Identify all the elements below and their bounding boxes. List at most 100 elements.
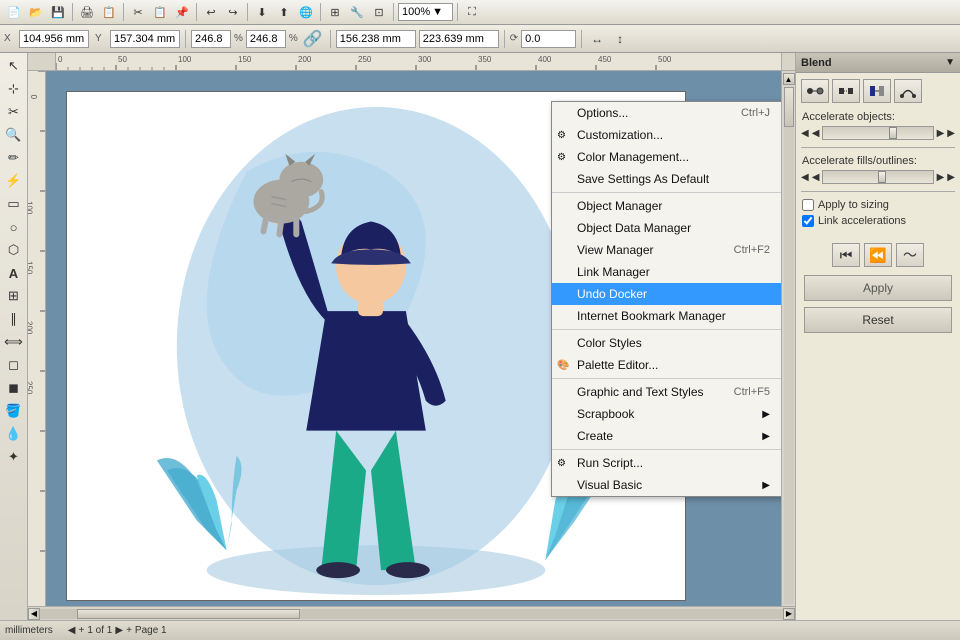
save-btn[interactable]: 💾 (48, 2, 68, 22)
link-accel-checkbox[interactable] (802, 215, 814, 227)
mirror-h-btn[interactable]: ↔ (587, 29, 607, 49)
menu-item-visual-basic[interactable]: Visual Basic ▶ (552, 474, 781, 496)
menu-item-graphic-text-styles[interactable]: Graphic and Text Styles Ctrl+F5 (552, 381, 781, 403)
accel-obj-left-arrow2[interactable]: ◀ (812, 128, 820, 139)
menu-item-internet-bookmark[interactable]: Internet Bookmark Manager (552, 305, 781, 327)
blend-first-btn[interactable]: ⏮ (832, 243, 860, 267)
table-tool[interactable]: ⊞ (3, 285, 25, 307)
apply-button[interactable]: Apply (804, 275, 952, 301)
accel-fills-left-arrow2[interactable]: ◀ (812, 172, 820, 183)
crop-tool[interactable]: ✂ (3, 101, 25, 123)
blend-tool[interactable]: ⟺ (3, 331, 25, 353)
blend-spacing-btn[interactable] (832, 79, 860, 103)
accel-fills-thumb[interactable] (878, 171, 886, 183)
menu-item-customization[interactable]: ⚙ Customization... (552, 124, 781, 146)
height-value[interactable]: 246.8 (246, 30, 286, 48)
menu-item-undo-docker[interactable]: Undo Docker (552, 283, 781, 305)
menu-item-object-manager[interactable]: Object Manager (552, 195, 781, 217)
canvas[interactable]: Options... Ctrl+J ⚙ Customization... ⚙ C… (46, 71, 781, 620)
cut-btn[interactable]: ✂ (128, 2, 148, 22)
fill-tool[interactable]: 🪣 (3, 400, 25, 422)
add-page-btn2[interactable]: + (126, 625, 132, 636)
zoom-dropdown-icon[interactable]: ▼ (432, 6, 443, 18)
scroll-right-btn[interactable]: ▶ (783, 608, 795, 620)
redo-btn[interactable]: ↪ (223, 2, 243, 22)
print-btn[interactable]: 🖨 (77, 2, 97, 22)
x-coord-value[interactable]: 104.956 mm (19, 30, 89, 48)
zoom-tool[interactable]: 🔍 (3, 124, 25, 146)
accel-fills-left-arrow[interactable]: ◀ (801, 172, 809, 183)
accel-fills-right-arrow2[interactable]: ▶ (947, 172, 955, 183)
scroll-up-btn[interactable]: ▲ (783, 73, 795, 85)
blend-collapse-icon[interactable]: ▼ (945, 57, 955, 68)
blend-color-btn[interactable] (863, 79, 891, 103)
accel-obj-left-arrow[interactable]: ◀ (801, 128, 809, 139)
accel-fills-slider[interactable] (822, 170, 933, 184)
blend-wave-btn[interactable]: 〜 (896, 243, 924, 267)
reset-button[interactable]: Reset (804, 307, 952, 333)
parallel-tool[interactable]: ∥ (3, 308, 25, 330)
menu-item-scrapbook[interactable]: Scrapbook ▶ (552, 403, 781, 425)
vertical-scrollbar[interactable]: ▲ ▼ (781, 71, 795, 620)
interactive-tool[interactable]: ✦ (3, 446, 25, 468)
smart-tool[interactable]: ⚡ (3, 170, 25, 192)
add-page-btn[interactable]: + (78, 625, 84, 636)
menu-item-palette-editor[interactable]: 🎨 Palette Editor... (552, 354, 781, 376)
height-mm-value[interactable]: 223.639 mm (419, 30, 499, 48)
shape-tool[interactable]: ⊹ (3, 78, 25, 100)
menu-item-object-data[interactable]: Object Data Manager (552, 217, 781, 239)
menu-item-save-settings[interactable]: Save Settings As Default (552, 168, 781, 190)
snap-btn[interactable]: ⊞ (325, 2, 345, 22)
prev-page-btn[interactable]: ◀ (68, 625, 76, 636)
export-btn[interactable]: ⬆ (274, 2, 294, 22)
accel-objects-thumb[interactable] (889, 127, 897, 139)
menu-item-view-manager[interactable]: View Manager Ctrl+F2 (552, 239, 781, 261)
y-coord-value[interactable]: 157.304 mm (110, 30, 180, 48)
width-mm-value[interactable]: 156.238 mm (336, 30, 416, 48)
blend-obj-path-btn[interactable] (894, 79, 922, 103)
mirror-v-btn[interactable]: ↕ (610, 29, 630, 49)
new-btn[interactable]: 📄 (4, 2, 24, 22)
paste-btn[interactable]: 📌 (172, 2, 192, 22)
menu-item-run-script[interactable]: ⚙ Run Script... (552, 452, 781, 474)
open-btn[interactable]: 📂 (26, 2, 46, 22)
polygon-tool[interactable]: ⬡ (3, 239, 25, 261)
undo-btn[interactable]: ↩ (201, 2, 221, 22)
next-page-btn[interactable]: ▶ (115, 625, 123, 636)
options-btn[interactable]: 🔧 (347, 2, 367, 22)
h-scroll-thumb[interactable] (77, 609, 300, 619)
scroll-left-btn[interactable]: ◀ (28, 608, 40, 620)
accel-objects-slider[interactable] (822, 126, 933, 140)
ellipse-tool[interactable]: ○ (3, 216, 25, 238)
shadow-tool[interactable]: ◼ (3, 377, 25, 399)
apply-sizing-checkbox[interactable] (802, 199, 814, 211)
snap2-btn[interactable]: ⊡ (369, 2, 389, 22)
accel-obj-right-arrow2[interactable]: ▶ (947, 128, 955, 139)
import-btn[interactable]: ⬇ (252, 2, 272, 22)
menu-item-link-manager[interactable]: Link Manager (552, 261, 781, 283)
accel-fills-right-arrow[interactable]: ▶ (937, 172, 945, 183)
rotation-value[interactable]: 0.0 (521, 30, 576, 48)
menu-item-color-styles[interactable]: Color Styles (552, 332, 781, 354)
blend-prev-btn[interactable]: ⏪ (864, 243, 892, 267)
blend-steps-btn[interactable] (801, 79, 829, 103)
extrude-tool[interactable]: ◻ (3, 354, 25, 376)
print2-btn[interactable]: 📋 (99, 2, 119, 22)
eyedropper-tool[interactable]: 💧 (3, 423, 25, 445)
menu-item-options[interactable]: Options... Ctrl+J (552, 102, 781, 124)
select-tool[interactable]: ↖ (3, 55, 25, 77)
scroll-thumb[interactable] (784, 87, 794, 127)
lock-proportions-icon[interactable]: 🔗 (303, 29, 323, 49)
copy-btn[interactable]: 📋 (150, 2, 170, 22)
rect-tool[interactable]: ▭ (3, 193, 25, 215)
fullscreen-btn[interactable]: ⛶ (462, 2, 482, 22)
freehand-tool[interactable]: ✏ (3, 147, 25, 169)
width-value[interactable]: 246.8 (191, 30, 231, 48)
text-tool[interactable]: A (3, 262, 25, 284)
horizontal-scrollbar[interactable]: ◀ ▶ (28, 606, 795, 620)
zoom-display[interactable]: 100% ▼ (398, 3, 453, 21)
menu-item-color-mgmt[interactable]: ⚙ Color Management... (552, 146, 781, 168)
accel-obj-right-arrow[interactable]: ▶ (937, 128, 945, 139)
menu-item-create[interactable]: Create ▶ (552, 425, 781, 447)
publish-btn[interactable]: 🌐 (296, 2, 316, 22)
